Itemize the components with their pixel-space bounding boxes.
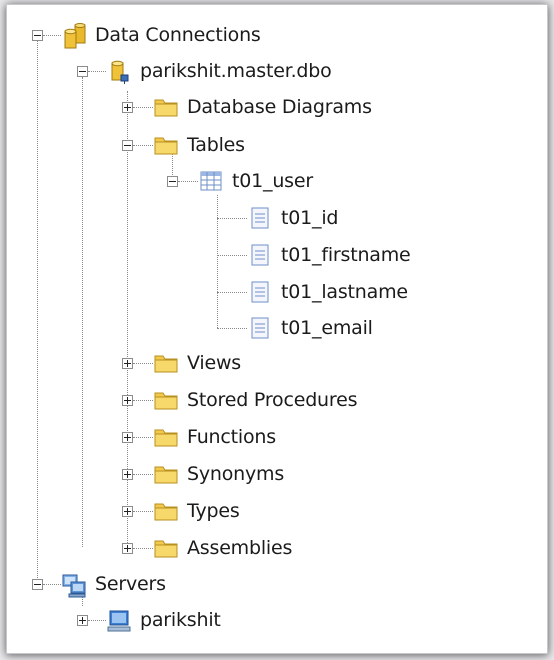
tree-line	[133, 145, 153, 146]
tree-node-table-t01-user[interactable]: t01_user	[198, 164, 313, 198]
tree-line	[133, 474, 153, 475]
column-icon	[247, 280, 273, 304]
tree-node-label: Views	[187, 352, 241, 374]
tree-node-stored-procedures[interactable]: Stored Procedures	[153, 383, 357, 417]
tree-node-server-parikshit[interactable]: parikshit	[106, 603, 221, 637]
tree-node-label: Servers	[95, 573, 166, 595]
servers-icon	[61, 572, 87, 598]
tree-node-label: Functions	[187, 426, 276, 448]
tree-node-views[interactable]: Views	[153, 346, 241, 380]
column-icon	[247, 243, 273, 267]
tree-node-label: Data Connections	[95, 24, 261, 46]
tree-node-label: t01_id	[281, 207, 339, 229]
tree-node-label: Database Diagrams	[187, 96, 372, 118]
expand-toggle[interactable]	[122, 358, 133, 369]
tree-node-label: parikshit	[140, 609, 221, 631]
tree-node-database-diagrams[interactable]: Database Diagrams	[153, 90, 372, 124]
tree-node-types[interactable]: Types	[153, 494, 240, 528]
column-icon	[247, 316, 273, 340]
tree-line	[88, 71, 106, 72]
tree-line	[133, 107, 153, 108]
folder-icon	[153, 133, 179, 157]
tree-node-label: t01_email	[281, 317, 373, 339]
folder-icon	[153, 536, 179, 560]
database-connections-icon	[61, 23, 87, 49]
tree-line	[82, 77, 83, 547]
tree-node-connection[interactable]: parikshit.master.dbo	[106, 54, 332, 88]
folder-icon	[153, 425, 179, 449]
tree-line	[133, 363, 153, 364]
tree-node-column[interactable]: t01_firstname	[247, 238, 411, 272]
tree-node-label: Types	[187, 500, 240, 522]
tree-node-label: t01_user	[232, 170, 313, 192]
tree-line	[37, 41, 38, 586]
server-explorer-tree: Data Connections parikshit.master.dbo Da…	[7, 5, 547, 653]
folder-icon	[153, 95, 179, 119]
table-icon	[198, 169, 224, 193]
folder-icon	[153, 499, 179, 523]
tree-line	[88, 620, 106, 621]
tree-node-data-connections[interactable]: Data Connections	[61, 18, 261, 52]
tree-line	[133, 400, 153, 401]
server-computer-icon	[106, 608, 132, 632]
expand-toggle[interactable]	[122, 506, 133, 517]
database-connection-icon	[106, 59, 132, 84]
tree-node-column[interactable]: t01_email	[247, 311, 373, 345]
tree-node-tables[interactable]: Tables	[153, 128, 245, 162]
tree-line	[217, 218, 247, 219]
expand-toggle[interactable]	[122, 395, 133, 406]
tree-node-servers[interactable]: Servers	[61, 567, 166, 601]
tree-line	[133, 437, 153, 438]
collapse-toggle[interactable]	[32, 30, 43, 41]
tree-node-label: Assemblies	[187, 537, 293, 559]
folder-icon	[153, 388, 179, 412]
tree-line	[133, 511, 153, 512]
tree-node-label: t01_lastname	[281, 281, 408, 303]
expand-toggle[interactable]	[122, 469, 133, 480]
collapse-toggle[interactable]	[167, 176, 178, 187]
tree-line	[43, 584, 61, 585]
tree-node-label: Stored Procedures	[187, 389, 358, 411]
expand-toggle[interactable]	[77, 615, 88, 626]
tree-line	[217, 328, 247, 329]
tree-line	[178, 181, 198, 182]
tree-node-label: t01_firstname	[281, 244, 411, 266]
tree-line	[43, 35, 61, 36]
tree-line	[133, 548, 153, 549]
tree-node-synonyms[interactable]: Synonyms	[153, 457, 284, 491]
tree-line	[217, 292, 247, 293]
tree-node-label: Tables	[187, 134, 245, 156]
column-icon	[247, 206, 273, 230]
expand-toggle[interactable]	[122, 543, 133, 554]
collapse-toggle[interactable]	[122, 140, 133, 151]
tree-node-label: parikshit.master.dbo	[140, 60, 332, 82]
tree-node-column[interactable]: t01_lastname	[247, 275, 408, 309]
folder-icon	[153, 462, 179, 486]
server-explorer-panel: Data Connections parikshit.master.dbo Da…	[6, 4, 548, 654]
expand-toggle[interactable]	[122, 432, 133, 443]
tree-node-functions[interactable]: Functions	[153, 420, 276, 454]
expand-toggle[interactable]	[122, 102, 133, 113]
tree-node-column[interactable]: t01_id	[247, 201, 338, 235]
tree-line	[127, 91, 128, 549]
tree-line	[217, 195, 218, 328]
folder-icon	[153, 351, 179, 375]
collapse-toggle[interactable]	[32, 579, 43, 590]
tree-line	[217, 255, 247, 256]
tree-node-label: Synonyms	[187, 463, 285, 485]
collapse-toggle[interactable]	[77, 66, 88, 77]
tree-node-assemblies[interactable]: Assemblies	[153, 531, 292, 565]
